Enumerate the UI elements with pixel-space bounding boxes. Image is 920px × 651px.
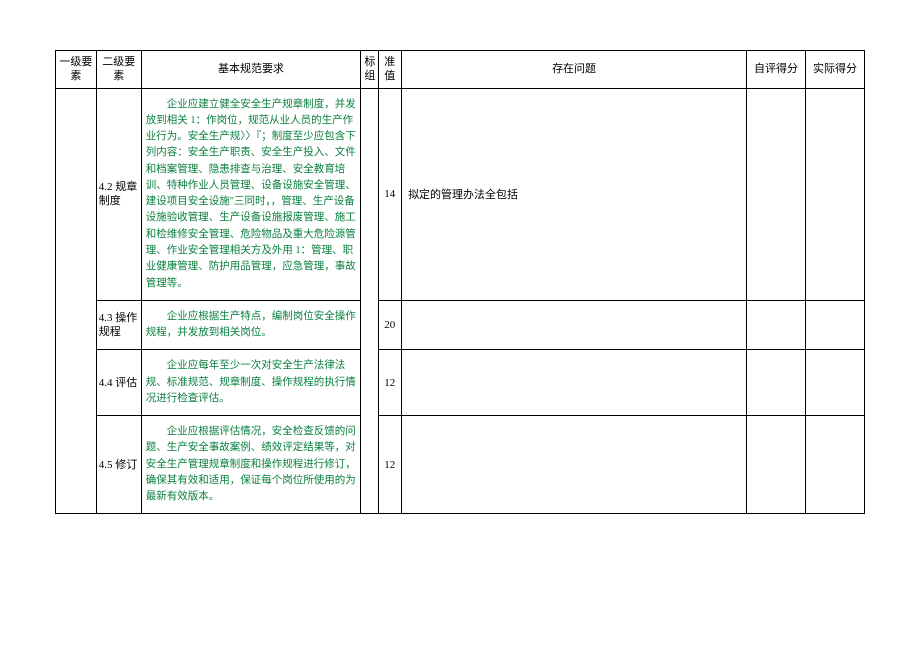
requirement-text: 企业应建立健全安全生产规章制度，并发放到相关 1：作岗位，规范从业人员的生产作业… — [146, 97, 357, 292]
safety-eval-table: 一级要素 二级要素 基本规范要求 标组 准值 存在问题 自评得分 实际得分 4.… — [55, 50, 865, 514]
issues-cell — [402, 350, 747, 416]
score-cell: 12 — [378, 416, 402, 514]
issues-cell — [402, 416, 747, 514]
self-score-cell — [747, 300, 806, 350]
table-row: 4.3 操作规程 企业应根据生产特点，编制岗位安全操作规程，并发放到相关岗位。 … — [56, 300, 865, 350]
table-row: 4.5 修订 企业应根据评估情况，安全检查反馈的问题、生产安全事故案例、绩效评定… — [56, 416, 865, 514]
issues-cell: 拟定的管理办法全包括 — [402, 88, 747, 300]
actual-score-cell — [806, 350, 865, 416]
header-issues: 存在问题 — [402, 51, 747, 89]
level2-cell: 4.4 评估 — [96, 350, 141, 416]
requirement-text: 企业应每年至少一次对安全生产法律法规、标准规范、规章制度、操作规程的执行情况进行… — [146, 358, 357, 407]
actual-score-cell — [806, 416, 865, 514]
table-header-row: 一级要素 二级要素 基本规范要求 标组 准值 存在问题 自评得分 实际得分 — [56, 51, 865, 89]
self-score-cell — [747, 416, 806, 514]
level2-cell: 4.2 规章制度 — [96, 88, 141, 300]
level1-cell — [56, 88, 97, 514]
requirement-text: 企业应根据生产特点，编制岗位安全操作规程，并发放到相关岗位。 — [146, 309, 357, 342]
table-row: 4.4 评估 企业应每年至少一次对安全生产法律法规、标准规范、规章制度、操作规程… — [56, 350, 865, 416]
requirement-text: 企业应根据评估情况，安全检查反馈的问题、生产安全事故案例、绩效评定结果等，对安全… — [146, 424, 357, 505]
bracket-cell — [361, 88, 378, 514]
requirement-cell: 企业应建立健全安全生产规章制度，并发放到相关 1：作岗位，规范从业人员的生产作业… — [141, 88, 361, 300]
actual-score-cell — [806, 88, 865, 300]
header-actual-score: 实际得分 — [806, 51, 865, 89]
requirement-cell: 企业应根据生产特点，编制岗位安全操作规程，并发放到相关岗位。 — [141, 300, 361, 350]
table-row: 4.2 规章制度 企业应建立健全安全生产规章制度，并发放到相关 1：作岗位，规范… — [56, 88, 865, 300]
header-bracket: 标组 — [361, 51, 378, 89]
score-cell: 14 — [378, 88, 402, 300]
actual-score-cell — [806, 300, 865, 350]
self-score-cell — [747, 350, 806, 416]
issues-cell — [402, 300, 747, 350]
header-standard-value: 准值 — [378, 51, 402, 89]
level2-cell: 4.5 修订 — [96, 416, 141, 514]
self-score-cell — [747, 88, 806, 300]
score-cell: 20 — [378, 300, 402, 350]
header-self-score: 自评得分 — [747, 51, 806, 89]
header-level1: 一级要素 — [56, 51, 97, 89]
header-basic-req: 基本规范要求 — [141, 51, 361, 89]
score-cell: 12 — [378, 350, 402, 416]
header-level2: 二级要素 — [96, 51, 141, 89]
requirement-cell: 企业应根据评估情况，安全检查反馈的问题、生产安全事故案例、绩效评定结果等，对安全… — [141, 416, 361, 514]
level2-cell: 4.3 操作规程 — [96, 300, 141, 350]
requirement-cell: 企业应每年至少一次对安全生产法律法规、标准规范、规章制度、操作规程的执行情况进行… — [141, 350, 361, 416]
